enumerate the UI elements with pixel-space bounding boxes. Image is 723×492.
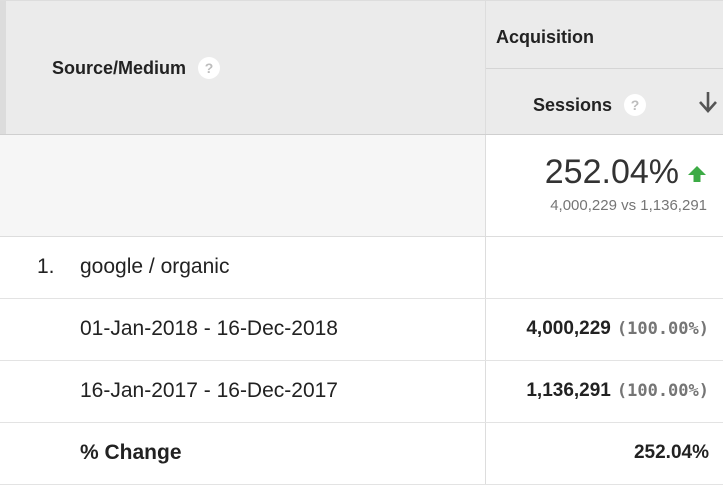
table-row: % Change 252.04% [0,423,723,485]
sessions-column-header[interactable]: Sessions ? [486,69,723,135]
help-icon[interactable]: ? [198,57,221,79]
analytics-report-table: Source/Medium ? Acquisition Sessions ? 2… [0,0,723,492]
sessions-cell: 4,000,229 (100.00%) [485,299,723,360]
sessions-share: (100.00%) [616,319,709,339]
sessions-share: (100.00%) [616,381,709,401]
sessions-cell: 1,136,291 (100.00%) [485,361,723,422]
sessions-cell: 252.04% [485,423,723,484]
acquisition-label: Acquisition [496,27,594,47]
sessions-cell [485,237,723,298]
date-range-label: 16-Jan-2017 - 16-Dec-2017 [80,379,338,402]
source-medium-label: Source/Medium [52,57,187,78]
summary-sessions-cell: 252.04% 4,000,229 vs 1,136,291 [485,135,723,236]
change-label: % Change [80,441,182,464]
date-range-label: 01-Jan-2018 - 16-Dec-2018 [80,317,338,340]
source-medium-header[interactable]: Source/Medium ? [0,1,485,134]
table-row: 16-Jan-2017 - 16-Dec-2017 1,136,291 (100.… [0,361,723,423]
table-row: 1. google / organic [0,237,723,299]
row-index: 1. [37,255,55,278]
change-percent: 252.04% [544,153,679,191]
acquisition-header: Acquisition Sessions ? [485,1,723,134]
sessions-label: Sessions [533,94,613,115]
summary-left-cell [0,135,485,236]
help-icon[interactable]: ? [624,94,647,116]
source-medium-link[interactable]: google / organic [80,255,229,279]
sessions-value: 4,000,229 [526,318,611,339]
comparison-values: 4,000,229 vs 1,136,291 [550,197,707,214]
arrow-up-icon [688,166,706,182]
summary-row: 252.04% 4,000,229 vs 1,136,291 [0,135,723,237]
acquisition-group: Acquisition [486,1,723,69]
sessions-value: 1,136,291 [526,380,611,401]
table-header: Source/Medium ? Acquisition Sessions ? [0,0,723,135]
table-row: 01-Jan-2018 - 16-Dec-2018 4,000,229 (100.… [0,299,723,361]
change-value: 252.04% [633,442,709,463]
arrow-down-icon[interactable] [697,89,719,115]
